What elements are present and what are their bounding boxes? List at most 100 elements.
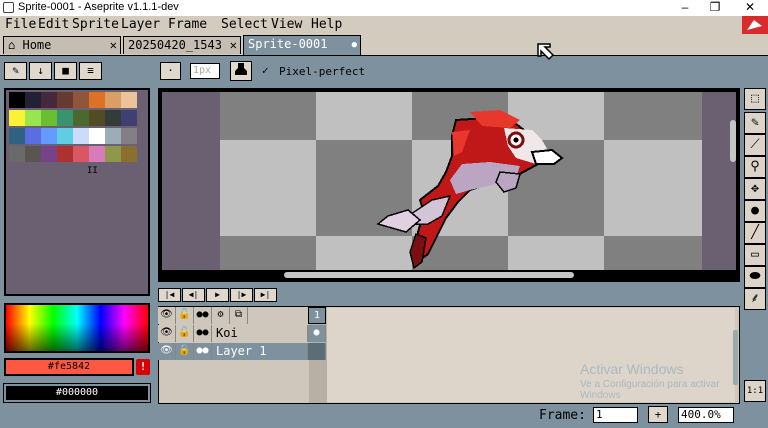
last-frame-button[interactable]: ▶| [254,288,277,302]
move-tool-button[interactable]: ✥ [744,178,766,200]
palette-swatch[interactable] [9,92,25,108]
frame-header-1[interactable]: 1 [308,307,326,324]
continuous-header-icon[interactable]: ●● [194,307,212,324]
palette-options-button[interactable]: ≡ [79,62,102,80]
menu-file[interactable]: File [5,17,36,32]
palette-swatch[interactable] [57,110,73,126]
palette-edit-button[interactable]: ✎ [4,62,27,80]
close-button[interactable]: ✕ [735,0,765,16]
zoom-input[interactable]: 400.0% [678,407,734,423]
palette-swatch[interactable] [25,110,41,126]
horizontal-scrollbar[interactable] [284,272,574,278]
add-frame-button[interactable]: + [648,406,668,423]
marquee-tool-button[interactable]: ⬚ [744,88,766,110]
layer-name[interactable]: Layer 1 [212,343,308,360]
palette-swatch[interactable] [25,146,41,162]
layer-row-layer-1[interactable]: 👁 🔓 ●● Layer 1 [158,343,326,360]
warning-icon[interactable]: ! [136,359,150,375]
palette-swatch[interactable] [41,110,57,126]
palette-swatch[interactable] [57,92,73,108]
onion-skin-icon[interactable]: ⧉ [230,307,248,324]
palette-presets-button[interactable]: ■ [54,62,77,80]
pencil-tool-button[interactable]: ✎ [744,112,766,134]
sprite-canvas[interactable] [220,92,702,270]
menu-layer[interactable]: Layer [121,17,160,32]
prev-frame-button[interactable]: ◀| [182,288,205,302]
gear-icon[interactable]: ⚙ [212,307,230,324]
brush-type-button[interactable]: · [160,62,181,80]
palette-swatch[interactable] [89,128,105,144]
lock-icon[interactable]: 🔓 [176,325,194,342]
palette-sort-button[interactable]: ↓ [29,62,52,80]
palette-swatch[interactable] [57,146,73,162]
palette-swatch[interactable] [121,92,137,108]
tab-file-close-icon[interactable]: ✕ [227,37,237,53]
pixel-perfect-checkbox[interactable]: ✓ [262,64,269,77]
palette-swatch[interactable] [57,128,73,144]
palette-swatch[interactable] [89,92,105,108]
palette-swatch[interactable] [73,146,89,162]
lock-icon[interactable]: 🔓 [176,343,194,360]
palette-swatch[interactable] [105,146,121,162]
tab-sprite[interactable]: Sprite-0001 ● [243,35,361,55]
eyedropper-tool-button[interactable]: ⟋ [744,134,766,156]
foreground-color-button[interactable]: #fe5842 [4,358,134,376]
maximize-button[interactable]: ❐ [700,0,730,16]
brush-size-input[interactable]: 1px [190,63,220,79]
palette-swatch[interactable] [121,110,137,126]
layer-row-koi[interactable]: 👁 🔓 ●● Koi ● [158,325,326,342]
palette-swatch[interactable] [105,110,121,126]
layer-name[interactable]: Koi [212,325,308,342]
palette-swatch[interactable] [25,92,41,108]
palette-swatch[interactable] [121,128,137,144]
palette-swatch[interactable] [105,128,121,144]
fill-tool-button[interactable]: ● [744,200,766,222]
rectangle-tool-button[interactable]: ▭ [744,244,766,266]
menu-edit[interactable]: Edit [38,17,69,32]
visibility-header-icon[interactable]: 👁 [158,307,176,324]
frame-input[interactable]: 1 [593,407,638,423]
palette-swatch[interactable] [121,146,137,162]
color-spectrum[interactable] [4,303,150,353]
tab-home-close-icon[interactable]: ✕ [110,37,117,53]
palette-swatch[interactable] [41,92,57,108]
cel-layer-1[interactable] [308,343,326,360]
palette-swatch[interactable] [73,110,89,126]
continuous-icon[interactable]: ●● [194,325,212,342]
palette-swatch[interactable] [9,110,25,126]
palette-swatch[interactable] [25,128,41,144]
tab-home[interactable]: ⌂ Home ✕ [3,36,121,54]
palette-swatch[interactable] [41,146,57,162]
background-color-button[interactable]: #000000 [3,383,151,403]
timeline-scrollbar[interactable] [733,330,738,385]
line-tool-button[interactable]: ╱ [744,222,766,244]
ellipse-tool-button[interactable]: ⬬ [744,266,766,288]
continuous-icon[interactable]: ●● [194,343,212,360]
palette-swatch[interactable] [89,110,105,126]
palette-swatch[interactable] [9,128,25,144]
palette-swatch[interactable] [73,92,89,108]
ratio-button[interactable]: 1:1 [744,380,766,402]
menu-help[interactable]: Help [311,17,342,32]
palette-swatch[interactable] [105,92,121,108]
next-frame-button[interactable]: |▶ [230,288,253,302]
vertical-scrollbar[interactable] [730,120,736,162]
palette-swatch[interactable] [41,128,57,144]
menu-select[interactable]: Select [221,17,268,32]
ink-button[interactable] [230,61,252,81]
visibility-icon[interactable]: 👁 [158,343,176,360]
palette-swatch[interactable] [9,146,25,162]
visibility-icon[interactable]: 👁 [158,325,176,342]
blur-tool-button[interactable]: ⸙ [744,288,766,310]
first-frame-button[interactable]: |◀ [158,288,181,302]
aseprite-logo-icon[interactable] [742,16,768,34]
palette-swatch[interactable] [89,146,105,162]
cel-koi[interactable]: ● [308,325,326,342]
menu-frame[interactable]: Frame [168,17,207,32]
menu-sprite[interactable]: Sprite [72,17,119,32]
minimize-button[interactable]: – [670,0,700,16]
palette-swatch[interactable] [73,128,89,144]
lock-header-icon[interactable]: 🔓 [176,307,194,324]
zoom-tool-button[interactable]: ⚲ [744,156,766,178]
menu-view[interactable]: View [271,17,302,32]
